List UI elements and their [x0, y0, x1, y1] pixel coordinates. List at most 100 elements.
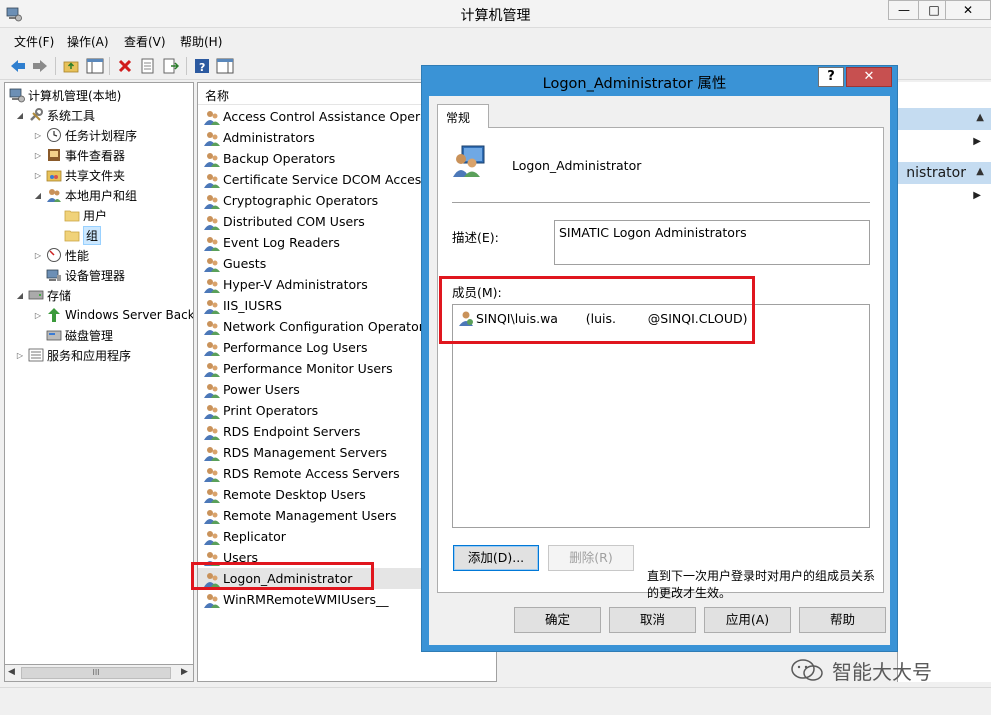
watermark-text: 智能大大号	[832, 659, 932, 684]
services-icon	[28, 348, 44, 362]
tree-item-windows-server-backup[interactable]: ▷ Windows Server Back	[33, 305, 194, 325]
collapse-up-icon[interactable]: ▲	[976, 166, 984, 177]
status-bar	[0, 687, 991, 715]
help-icon[interactable]: ?	[192, 56, 212, 76]
tree-item-root[interactable]: 计算机管理(本地)	[9, 85, 121, 105]
tree-label: 任务计划程序	[65, 128, 138, 143]
group-icon	[204, 424, 220, 440]
divider	[452, 202, 870, 203]
forward-arrow-icon[interactable]	[30, 56, 50, 76]
tree-item-groups[interactable]: 组	[64, 225, 102, 245]
ok-button[interactable]: 确定	[514, 607, 601, 633]
back-arrow-icon[interactable]	[8, 56, 28, 76]
expand-arrow-icon[interactable]: ▷	[33, 151, 43, 160]
actions-header-groups[interactable]: ▲	[898, 108, 991, 130]
tree-item-task-scheduler[interactable]: ▷ 任务计划程序	[33, 125, 137, 145]
delete-icon[interactable]	[115, 56, 135, 76]
tree-item-storage[interactable]: ◢ 存储	[15, 285, 71, 305]
list-item-label: Distributed COM Users	[223, 214, 365, 229]
tree-item-performance[interactable]: ▷ 性能	[33, 245, 89, 265]
column-header-label: 名称	[205, 89, 230, 103]
tab-label: 常规	[446, 111, 471, 125]
expand-arrow-icon[interactable]: ▷	[33, 131, 43, 140]
list-item-label: RDS Remote Access Servers	[223, 466, 400, 481]
actions-header-selected[interactable]: nistrator ▲	[898, 162, 991, 184]
dialog-titlebar[interactable]: Logon_Administrator 属性 ? ✕	[422, 66, 897, 96]
group-icon	[204, 130, 220, 146]
scroll-right-icon[interactable]: ▶	[181, 667, 188, 677]
list-item-label: Certificate Service DCOM Access	[223, 172, 428, 187]
group-icon	[453, 145, 485, 177]
tree-item-device-manager[interactable]: 设备管理器	[46, 265, 125, 285]
collapse-arrow-icon[interactable]: ◢	[33, 191, 43, 200]
menu-view[interactable]: 查看(V)	[124, 33, 166, 50]
scroll-thumb[interactable]: III	[21, 667, 171, 679]
tree-item-local-users-groups[interactable]: ◢ 本地用户和组	[33, 185, 137, 205]
scroll-left-icon[interactable]: ◀	[8, 667, 15, 677]
close-button[interactable]: ✕	[945, 0, 991, 20]
remove-button[interactable]: 删除(R)	[548, 545, 634, 571]
list-item-label: Network Configuration Operators	[223, 319, 431, 334]
tree-item-event-viewer[interactable]: ▷ 事件查看器	[33, 145, 125, 165]
svg-text:?: ?	[199, 61, 205, 74]
tab-general[interactable]: 常规	[437, 104, 489, 128]
menu-help[interactable]: 帮助(H)	[180, 33, 222, 50]
members-list[interactable]: SINQI\luis.wa (luis. @SINQI.CLOUD)	[452, 304, 870, 528]
group-icon	[204, 172, 220, 188]
dialog-help-button[interactable]: ?	[818, 67, 844, 87]
up-folder-icon[interactable]	[61, 56, 81, 76]
list-item-label: Hyper-V Administrators	[223, 277, 368, 292]
collapse-arrow-icon[interactable]: ◢	[15, 111, 25, 120]
tree-label: 设备管理器	[65, 268, 126, 283]
tree-label: 存储	[47, 288, 72, 303]
list-item-label: RDS Endpoint Servers	[223, 424, 361, 439]
action-pane-icon[interactable]	[215, 56, 235, 76]
storage-icon	[28, 290, 44, 300]
tree-label: 事件查看器	[65, 148, 126, 163]
list-item[interactable]: SINQI\luis.wa (luis. @SINQI.CLOUD)	[458, 310, 747, 326]
description-field[interactable]: SIMATIC Logon Administrators	[554, 220, 870, 265]
properties-icon[interactable]	[138, 56, 158, 76]
tree-label: 计算机管理(本地)	[28, 88, 122, 103]
collapse-arrow-icon[interactable]: ◢	[15, 291, 25, 300]
apply-button[interactable]: 应用(A)	[704, 607, 791, 633]
menu-file[interactable]: 文件(F)	[14, 33, 54, 50]
export-list-icon[interactable]	[161, 56, 181, 76]
user-icon	[459, 311, 473, 326]
dialog-close-button[interactable]: ✕	[846, 67, 892, 87]
expand-arrow-icon[interactable]: ▷	[33, 251, 43, 260]
expand-arrow-icon[interactable]: ▷	[33, 171, 43, 180]
list-item-label: Replicator	[223, 529, 286, 544]
group-icon	[204, 508, 220, 524]
tree-item-users[interactable]: 用户	[64, 205, 107, 225]
tree-label: 系统工具	[47, 108, 96, 123]
list-item-label: Remote Management Users	[223, 508, 397, 523]
more-actions-arrow-icon[interactable]: ▶	[973, 136, 981, 147]
actions-header-label: nistrator	[906, 165, 966, 181]
more-actions-arrow-icon[interactable]: ▶	[973, 190, 981, 201]
list-item-label: Event Log Readers	[223, 235, 340, 250]
expand-arrow-icon[interactable]: ▷	[15, 351, 25, 360]
expand-arrow-icon[interactable]: ▷	[33, 311, 43, 320]
add-button[interactable]: 添加(D)...	[453, 545, 539, 571]
tree-item-shared-folders[interactable]: ▷ 共享文件夹	[33, 165, 125, 185]
list-item-label: Backup Operators	[223, 151, 336, 166]
cancel-button[interactable]: 取消	[609, 607, 696, 633]
help-button[interactable]: 帮助	[799, 607, 886, 633]
tree-horizontal-scrollbar[interactable]: ◀ III ▶	[4, 664, 194, 682]
collapse-up-icon[interactable]: ▲	[976, 112, 984, 123]
tree-item-disk-management[interactable]: 磁盘管理	[46, 325, 113, 345]
tree-item-services-apps[interactable]: ▷ 服务和应用程序	[15, 345, 131, 365]
minimize-button[interactable]: —	[888, 0, 920, 20]
tree-label: 共享文件夹	[65, 168, 126, 183]
properties-dialog: Logon_Administrator 属性 ? ✕ 常规 Logon_Admi…	[421, 65, 898, 652]
menu-action[interactable]: 操作(A)	[67, 33, 109, 50]
console-tree: 计算机管理(本地) ◢ 系统工具 ▷ 任务计划程序 ▷ 事件查看器 ▷ 共享文件…	[4, 82, 194, 682]
show-hide-tree-icon[interactable]	[85, 56, 105, 76]
tree-label: Windows Server Back	[65, 308, 194, 322]
list-item-label: IIS_IUSRS	[223, 298, 282, 313]
list-item-label: Logon_Administrator	[223, 571, 353, 586]
tree-item-system-tools[interactable]: ◢ 系统工具	[15, 105, 95, 125]
list-item-label: Guests	[223, 256, 267, 271]
tree-label: 服务和应用程序	[47, 348, 132, 363]
